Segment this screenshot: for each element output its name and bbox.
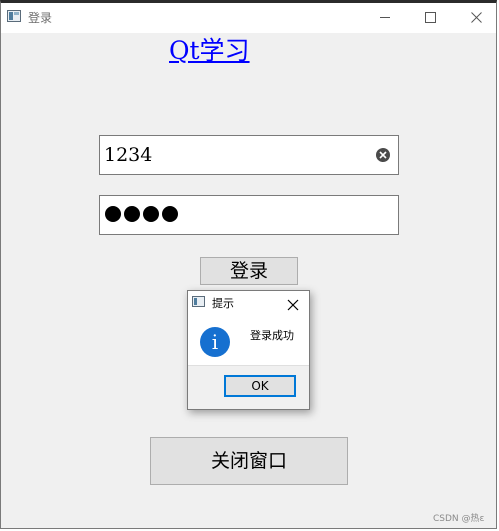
- info-icon: i: [200, 327, 230, 357]
- app-window-icon: [7, 10, 21, 22]
- watermark: CSDN @热ε: [433, 514, 485, 524]
- message-box-body: i 登录成功: [188, 313, 309, 366]
- close-window-button[interactable]: 关闭窗口: [150, 437, 348, 485]
- username-input[interactable]: 1234: [99, 135, 399, 175]
- password-mask: [105, 206, 178, 222]
- window-titlebar[interactable]: 登录: [1, 3, 496, 33]
- password-dot: [162, 206, 178, 222]
- message-box-titlebar[interactable]: 提示: [188, 291, 309, 313]
- close-icon: [471, 12, 482, 23]
- password-input[interactable]: [99, 195, 399, 235]
- close-button[interactable]: [454, 3, 496, 33]
- dialog-window-icon: [192, 296, 205, 307]
- minimize-button[interactable]: [362, 3, 408, 33]
- maximize-button[interactable]: [408, 3, 454, 33]
- close-icon: [287, 299, 299, 311]
- clear-input-button[interactable]: [376, 148, 390, 162]
- login-window: 登录 Qt学习 1234 登录 关闭窗口: [0, 0, 497, 529]
- clear-icon: [379, 151, 387, 159]
- password-dot: [124, 206, 140, 222]
- login-button[interactable]: 登录: [200, 257, 298, 285]
- window-title: 登录: [28, 11, 53, 25]
- window-client-area: Qt学习 1234 登录 关闭窗口: [1, 33, 496, 528]
- message-box-dialog: 提示 i 登录成功 OK: [187, 290, 310, 410]
- username-value: 1234: [104, 144, 153, 166]
- message-box-text: 登录成功: [250, 329, 294, 342]
- heading-link[interactable]: Qt学习: [169, 36, 250, 66]
- ok-button[interactable]: OK: [224, 375, 296, 397]
- password-dot: [143, 206, 159, 222]
- password-dot: [105, 206, 121, 222]
- message-box-close-button[interactable]: [287, 296, 299, 311]
- message-box-title: 提示: [212, 297, 234, 310]
